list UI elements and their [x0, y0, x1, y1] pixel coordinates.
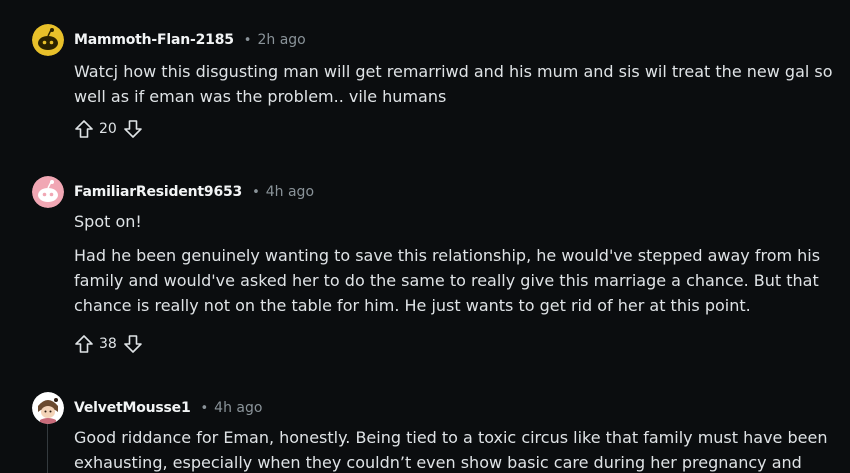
- comment-paragraph: Good riddance for Eman, honestly. Being …: [74, 428, 828, 472]
- vote-score: 38: [99, 336, 117, 352]
- username[interactable]: Mammoth-Flan-2185: [74, 32, 234, 48]
- comment-meta: Mammoth-Flan-2185 • 2h ago: [74, 30, 306, 50]
- vote-bar: 38: [74, 332, 143, 356]
- avatar[interactable]: [32, 392, 64, 424]
- meta-separator: •: [252, 184, 260, 200]
- snoo-avatar-icon: [32, 24, 64, 56]
- upvote-icon[interactable]: [74, 119, 94, 139]
- comment: Mammoth-Flan-2185 • 2h ago Watcj how thi…: [0, 0, 850, 150]
- username[interactable]: FamiliarResident9653: [74, 184, 242, 200]
- downvote-icon[interactable]: [123, 334, 143, 354]
- snoo-avatar-icon: [32, 176, 64, 208]
- upvote-icon[interactable]: [74, 334, 94, 354]
- comment-feed: Mammoth-Flan-2185 • 2h ago Watcj how thi…: [0, 0, 850, 473]
- meta-separator: •: [200, 400, 209, 416]
- comment-body: Watcj how this disgusting man will get r…: [74, 59, 834, 117]
- avatar[interactable]: [32, 176, 64, 208]
- username[interactable]: VelvetMousse1: [74, 400, 191, 416]
- meta-separator: •: [243, 32, 252, 48]
- vote-bar: 20: [74, 117, 143, 141]
- comment-paragraph: Had he been genuinely wanting to save th…: [74, 246, 821, 315]
- vote-score: 20: [99, 121, 117, 137]
- avatar[interactable]: [32, 24, 64, 56]
- character-avatar-icon: [32, 392, 64, 424]
- comment-body: Spot on! Had he been genuinely wanting t…: [74, 209, 834, 326]
- comment: FamiliarResident9653 • 4h ago Spot on! H…: [0, 150, 850, 370]
- comment-meta: FamiliarResident9653 • 4h ago: [74, 182, 314, 202]
- timestamp[interactable]: 2h ago: [257, 32, 305, 48]
- comment-paragraph: Watcj how this disgusting man will get r…: [74, 62, 833, 106]
- timestamp[interactable]: 4h ago: [266, 184, 314, 200]
- downvote-icon[interactable]: [123, 119, 143, 139]
- timestamp[interactable]: 4h ago: [214, 400, 262, 416]
- comment-body: Good riddance for Eman, honestly. Being …: [74, 425, 834, 473]
- comment-meta: VelvetMousse1 • 4h ago: [74, 398, 262, 418]
- comment: VelvetMousse1 • 4h ago Good riddance for…: [0, 370, 850, 473]
- thread-line[interactable]: [47, 422, 48, 473]
- comment-paragraph: Spot on!: [74, 212, 142, 231]
